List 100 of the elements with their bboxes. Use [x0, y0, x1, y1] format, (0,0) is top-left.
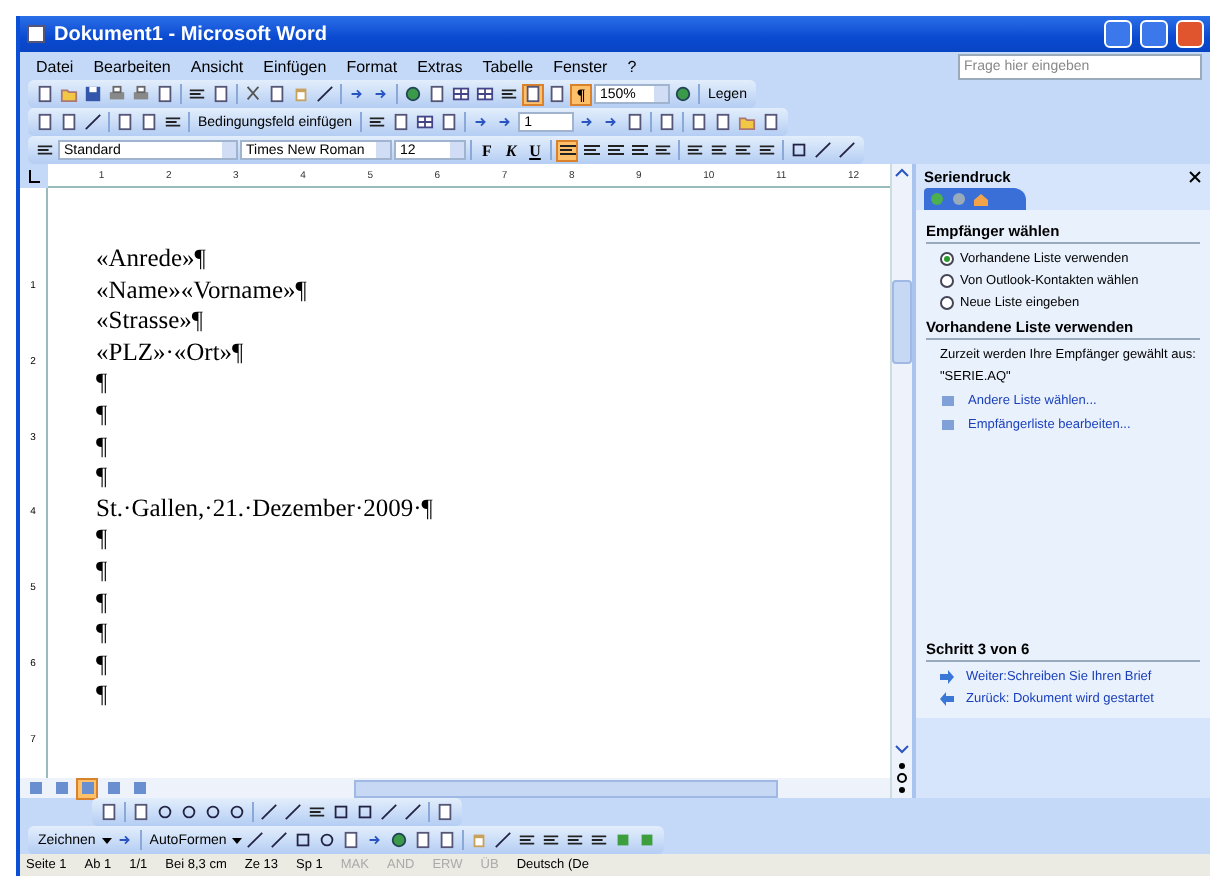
toolbar-button[interactable]	[836, 139, 858, 161]
toolbar-button[interactable]	[712, 111, 735, 133]
toolbar-button[interactable]	[316, 829, 339, 851]
toolbar-button[interactable]	[788, 139, 810, 161]
toolbar-button[interactable]	[130, 801, 152, 823]
toolbar-button[interactable]	[130, 83, 152, 105]
menu-item[interactable]: Tabelle	[474, 57, 542, 75]
toolbar-button[interactable]	[282, 801, 304, 823]
vertical-scrollbar[interactable]	[890, 164, 912, 798]
italic-button[interactable]: K	[500, 139, 522, 161]
toolbar-button[interactable]	[82, 83, 104, 105]
toolbar-button[interactable]	[434, 801, 456, 823]
toolbar-button[interactable]	[812, 139, 834, 161]
toolbar-button[interactable]	[390, 111, 413, 133]
align-button[interactable]	[556, 139, 578, 161]
toolbar-button[interactable]	[314, 83, 336, 105]
line-icon	[270, 830, 289, 850]
show-all-button[interactable]: ¶	[570, 83, 592, 105]
toolbar-button[interactable]	[82, 111, 104, 133]
menu-item[interactable]: ?	[619, 57, 645, 75]
align-button[interactable]	[628, 139, 650, 161]
scrollbar-thumb[interactable]	[892, 280, 912, 364]
text-lines-icon	[188, 84, 206, 104]
toolbar-button[interactable]	[378, 801, 400, 823]
document-line: ¶	[96, 524, 110, 556]
toolbar-button[interactable]	[226, 801, 248, 823]
toolbar-button[interactable]	[624, 111, 647, 133]
toolbar-button[interactable]	[340, 829, 363, 851]
toolbar-button[interactable]	[154, 801, 176, 823]
text-lines-icon	[164, 112, 182, 132]
toolbar-button[interactable]	[138, 111, 160, 133]
document-line: ¶	[96, 618, 110, 650]
toolbar-button[interactable]	[34, 83, 56, 105]
toolbar-button[interactable]	[656, 111, 679, 133]
arrow-icon	[348, 84, 366, 104]
toolbar-button[interactable]	[292, 829, 315, 851]
toolbar-button[interactable]	[210, 83, 232, 105]
toolbar-button[interactable]	[242, 83, 264, 105]
text-lines-icon	[36, 140, 54, 160]
menu-item[interactable]: Format	[338, 57, 406, 75]
menu-item[interactable]: Fenster	[545, 57, 616, 75]
minimize-button[interactable]	[1104, 20, 1132, 48]
toolbar-button[interactable]	[268, 829, 291, 851]
toolbar-button[interactable]	[202, 801, 224, 823]
toolbar-button[interactable]	[426, 83, 448, 105]
toolbar-button[interactable]	[34, 111, 56, 133]
radio-button[interactable]	[940, 274, 954, 288]
menu-item[interactable]: Extras	[409, 57, 471, 75]
toolbar-button[interactable]	[436, 829, 459, 851]
toolbar-button[interactable]	[266, 83, 288, 105]
view-button[interactable]	[76, 777, 98, 799]
align-button[interactable]	[604, 139, 626, 161]
toolbar-button[interactable]	[450, 83, 472, 105]
toolbar-button[interactable]	[258, 801, 280, 823]
list-icon	[940, 392, 956, 408]
menu-item[interactable]: Ansicht	[182, 57, 252, 75]
toolbar-button[interactable]	[546, 83, 568, 105]
bold-button[interactable]: F	[476, 139, 498, 161]
toolbar-button[interactable]	[474, 83, 496, 105]
document-line: «Strasse»¶	[96, 306, 206, 338]
browse-object-icon[interactable]	[894, 758, 910, 798]
scrollbar-thumb[interactable]	[354, 779, 778, 797]
menu-item[interactable]: Datei	[28, 57, 82, 75]
toolbar-button[interactable]	[178, 801, 200, 823]
toolbar-button[interactable]	[114, 111, 136, 133]
maximize-button[interactable]	[1140, 20, 1168, 48]
view-button[interactable]	[24, 777, 46, 799]
align-button[interactable]	[580, 139, 602, 161]
arrow-icon	[366, 830, 385, 850]
toolbar-button[interactable]	[412, 829, 435, 851]
line-icon	[316, 84, 334, 104]
underline-button[interactable]: U	[524, 139, 546, 161]
close-button[interactable]	[1176, 20, 1204, 48]
toolbar-button[interactable]	[330, 801, 352, 823]
toolbar-button[interactable]	[414, 111, 437, 133]
close-icon[interactable]	[1188, 169, 1202, 183]
radio-button[interactable]	[940, 252, 954, 266]
radio-button[interactable]	[940, 296, 954, 310]
toolbar-button[interactable]	[244, 829, 267, 851]
toolbar-button[interactable]	[688, 111, 711, 133]
toolbar-button[interactable]	[402, 801, 424, 823]
line-icon	[260, 802, 278, 822]
page-icon	[268, 84, 286, 104]
horizontal-scrollbar[interactable]	[20, 778, 890, 798]
view-button[interactable]	[102, 777, 124, 799]
menu-item[interactable]: Einfügen	[255, 57, 335, 75]
toolbar-button[interactable]	[106, 83, 128, 105]
document-line: ¶	[96, 462, 110, 494]
toolbar-button[interactable]	[760, 111, 783, 133]
toolbar-button[interactable]	[154, 83, 176, 105]
toolbar-button[interactable]	[492, 829, 515, 851]
view-button[interactable]	[50, 777, 72, 799]
toolbar-button[interactable]	[438, 111, 461, 133]
folder-icon	[738, 112, 757, 132]
toolbar-button[interactable]	[98, 801, 120, 823]
folder-icon	[60, 84, 78, 104]
toolbar-button[interactable]	[354, 801, 376, 823]
toolbar-button[interactable]	[522, 83, 544, 105]
toolbar-button[interactable]	[58, 111, 80, 133]
menu-item[interactable]: Bearbeiten	[85, 57, 179, 75]
